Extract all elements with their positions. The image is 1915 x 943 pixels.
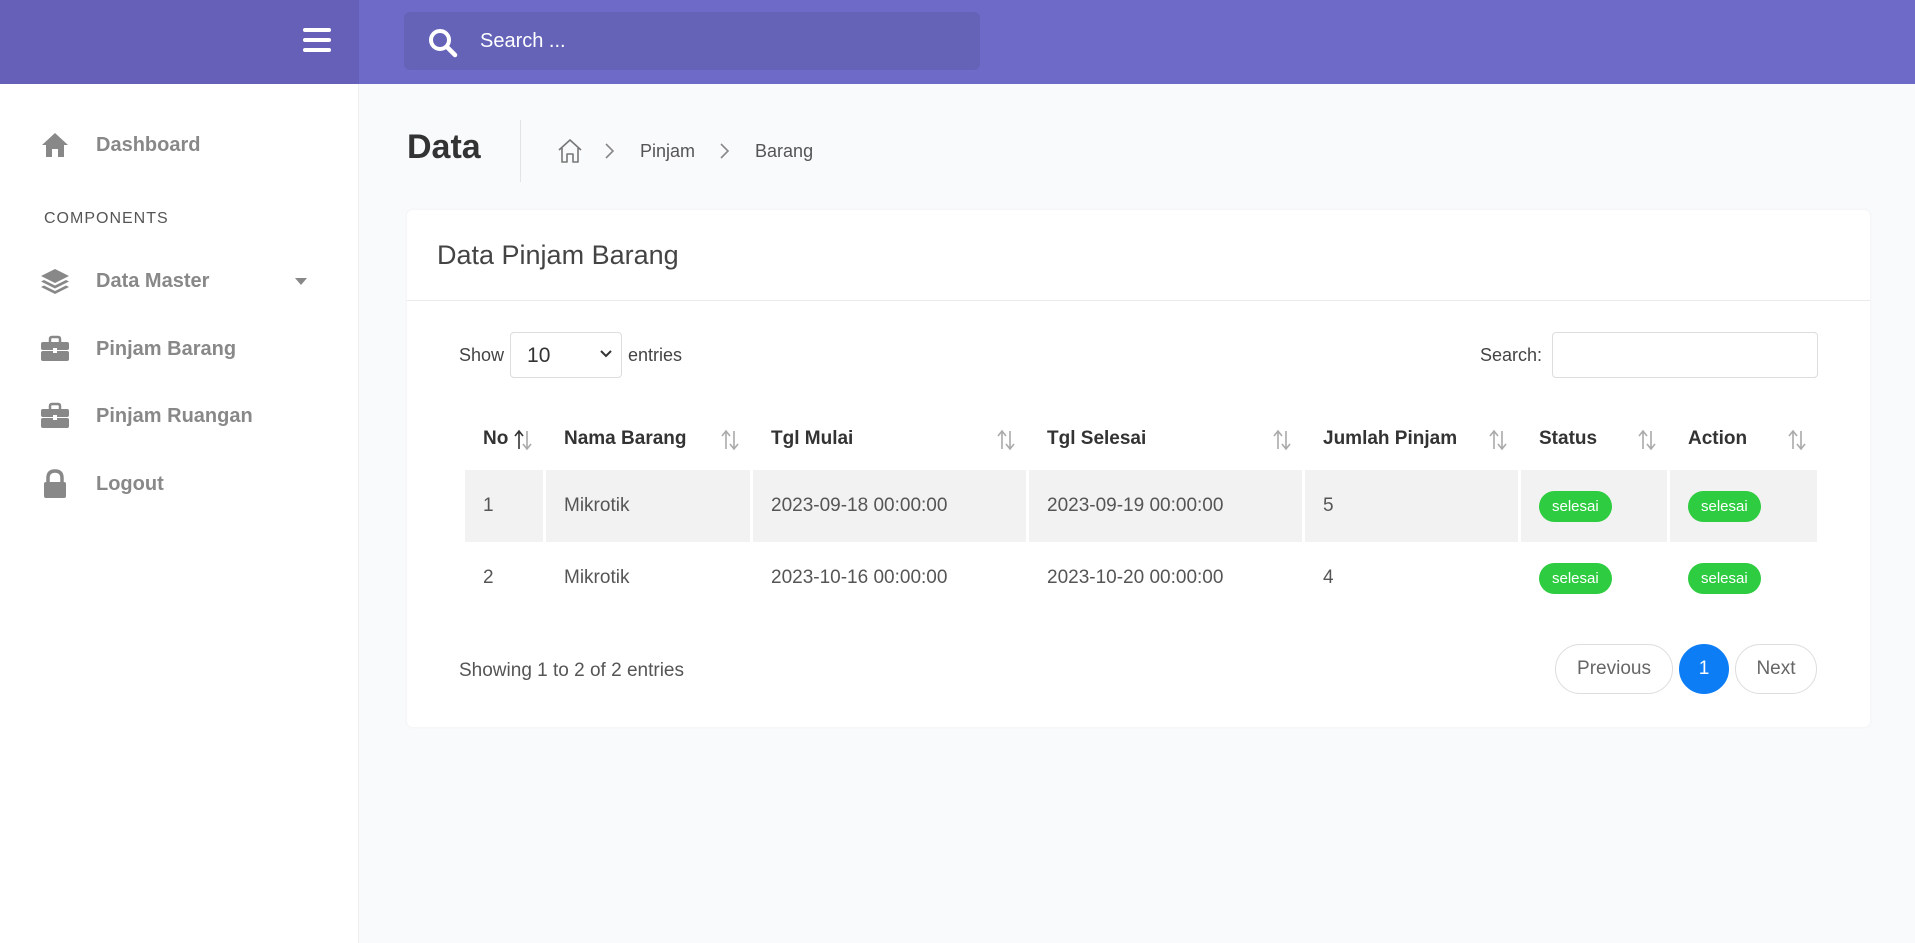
lock-icon — [44, 469, 66, 498]
sort-icon — [1273, 429, 1291, 451]
column-header-label: No — [483, 428, 509, 449]
previous-page-button[interactable]: Previous — [1555, 644, 1673, 694]
sort-icon — [721, 429, 739, 451]
sidebar-item-label: Dashboard — [96, 133, 201, 156]
cell-no: 1 — [465, 470, 543, 542]
column-header-label: Nama Barang — [564, 428, 687, 449]
column-header-action[interactable]: Action — [1670, 408, 1817, 470]
cell-action: selesai — [1670, 470, 1817, 542]
cell-nama-barang: Mikrotik — [564, 567, 630, 588]
sidebar-item-label: Pinjam Ruangan — [96, 404, 253, 427]
cell-jumlah-pinjam: 5 — [1305, 470, 1518, 542]
column-header-label: Tgl Selesai — [1047, 428, 1147, 449]
sort-icon — [1489, 429, 1507, 451]
cell-nama-barang: Mikrotik — [546, 470, 750, 542]
breadcrumb-item-pinjam[interactable]: Pinjam — [640, 141, 695, 162]
table-filter: Search: — [1480, 332, 1819, 378]
sidebar-item-data-master[interactable]: Data Master — [0, 256, 359, 306]
sort-icon — [997, 429, 1015, 451]
cell-status: selesai — [1521, 542, 1667, 614]
column-header-label: Status — [1539, 428, 1598, 449]
data-card: Data Pinjam Barang Show 10 entries Searc… — [407, 210, 1870, 727]
top-bar — [0, 0, 1915, 84]
sidebar: Dashboard COMPONENTS Data Master Pinjam … — [0, 84, 359, 943]
home-icon — [42, 133, 68, 157]
layers-icon — [41, 269, 69, 294]
sidebar-item-logout[interactable]: Logout — [0, 459, 359, 509]
cell-no: 2 — [483, 567, 494, 588]
briefcase-icon — [41, 402, 69, 428]
entries-length-select[interactable]: 10 — [510, 332, 623, 378]
page-button-current[interactable]: 1 — [1679, 644, 1729, 694]
cell-jumlah-pinjam: 4 — [1323, 567, 1334, 588]
sort-icon — [1788, 429, 1806, 451]
chevron-right-icon — [720, 143, 730, 159]
global-search — [404, 12, 980, 70]
home-icon[interactable] — [556, 137, 584, 165]
table-info: Showing 1 to 2 of 2 entries — [459, 660, 684, 681]
card-divider — [407, 300, 1870, 301]
cell-tgl-mulai: 2023-10-16 00:00:00 — [771, 567, 948, 588]
sort-asc-icon — [514, 429, 532, 451]
chevron-down-icon — [295, 277, 307, 285]
table-row: 2 Mikrotik 2023-10-16 00:00:00 2023-10-2… — [465, 542, 1817, 614]
global-search-input[interactable] — [480, 12, 960, 70]
card-title: Data Pinjam Barang — [437, 240, 679, 270]
cell-tgl-selesai: 2023-09-19 00:00:00 — [1029, 470, 1302, 542]
chevron-right-icon — [605, 143, 615, 159]
table-row: 1 Mikrotik 2023-09-18 00:00:00 2023-09-1… — [465, 470, 1817, 542]
cell-tgl-mulai: 2023-09-18 00:00:00 — [753, 470, 1026, 542]
pagination: Previous 1 Next — [1555, 644, 1817, 694]
action-button[interactable]: selesai — [1688, 562, 1761, 594]
entries-length-control: Show 10 entries — [459, 332, 682, 378]
status-badge: selesai — [1539, 562, 1612, 594]
column-header-tgl-mulai[interactable]: Tgl Mulai — [753, 408, 1026, 470]
table-search-input[interactable] — [1552, 332, 1819, 378]
cell-tgl-selesai: 2023-10-20 00:00:00 — [1047, 567, 1224, 588]
column-header-tgl-selesai[interactable]: Tgl Selesai — [1029, 408, 1302, 470]
filter-label: Search: — [1480, 344, 1543, 365]
cell-status: selesai — [1521, 470, 1667, 542]
column-header-no[interactable]: No — [465, 408, 543, 470]
brand-area — [0, 0, 359, 84]
next-page-button[interactable]: Next — [1735, 644, 1817, 694]
menu-toggle-icon[interactable] — [303, 28, 331, 52]
sidebar-item-label: Data Master — [96, 269, 210, 292]
status-badge: selesai — [1539, 490, 1612, 522]
header-divider — [520, 120, 521, 182]
column-header-label: Jumlah Pinjam — [1323, 428, 1458, 449]
column-header-label: Action — [1688, 428, 1748, 449]
sidebar-item-label: Pinjam Barang — [96, 337, 237, 360]
column-header-jumlah-pinjam[interactable]: Jumlah Pinjam — [1305, 408, 1518, 470]
breadcrumb: Pinjam Barang — [556, 136, 837, 166]
cell-action: selesai — [1670, 542, 1817, 614]
table-header-row: No Nama Barang Tgl Mulai Tgl Selesai Jum… — [465, 408, 1817, 470]
sidebar-item-label: Logout — [96, 472, 164, 495]
data-table: No Nama Barang Tgl Mulai Tgl Selesai Jum… — [462, 408, 1820, 614]
action-button[interactable]: selesai — [1688, 490, 1761, 522]
breadcrumb-item-barang: Barang — [755, 140, 814, 161]
sidebar-item-pinjam-ruangan[interactable]: Pinjam Ruangan — [0, 391, 359, 441]
sort-icon — [1638, 429, 1656, 451]
search-icon[interactable] — [428, 28, 458, 58]
section-label: COMPONENTS — [44, 210, 169, 227]
column-header-label: Tgl Mulai — [771, 428, 854, 449]
sidebar-item-dashboard[interactable]: Dashboard — [0, 120, 359, 170]
page-title: Data — [407, 128, 481, 166]
column-header-status[interactable]: Status — [1521, 408, 1667, 470]
column-header-nama-barang[interactable]: Nama Barang — [546, 408, 750, 470]
length-suffix: entries — [628, 344, 683, 365]
sidebar-item-pinjam-barang[interactable]: Pinjam Barang — [0, 324, 359, 374]
length-select-wrap: 10 — [504, 332, 628, 378]
briefcase-icon — [41, 335, 69, 361]
length-prefix: Show — [459, 344, 505, 365]
